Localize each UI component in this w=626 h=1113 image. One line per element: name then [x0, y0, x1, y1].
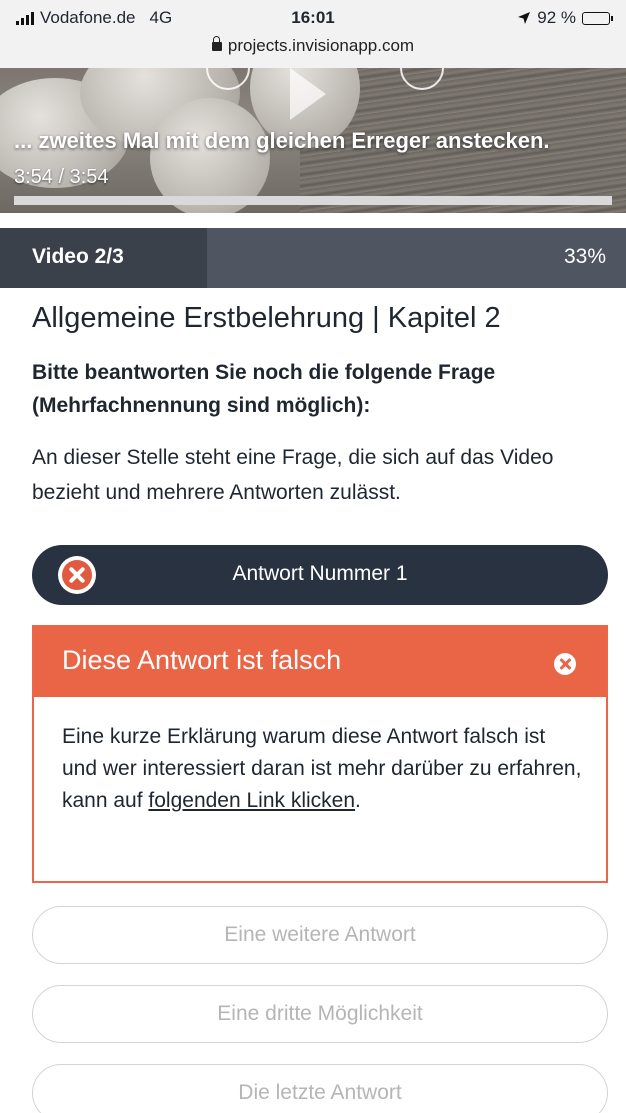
status-bar: Vodafone.de 4G 16:01 92 % projects.invis… — [0, 0, 626, 68]
answer-option[interactable]: Die letzte Antwort — [32, 1064, 608, 1113]
question-intro: Bitte beantworten Sie noch die folgende … — [32, 361, 496, 417]
video-player[interactable]: ... zweites Mal mit dem gleichen Erreger… — [0, 68, 626, 213]
feedback-box: Diese Antwort ist falsch Eine kurze Erkl… — [32, 625, 608, 883]
feedback-link[interactable]: folgenden Link klicken — [148, 789, 355, 812]
play-icon[interactable] — [290, 68, 326, 120]
video-count-label: Video 2/3 — [32, 245, 124, 268]
address-bar[interactable]: projects.invisionapp.com — [0, 36, 626, 56]
battery-info: 92 % — [517, 8, 613, 28]
answer-option[interactable]: Eine dritte Möglichkeit — [32, 985, 608, 1043]
feedback-text: Eine kurze Erklärung warum diese Antwort… — [62, 721, 582, 817]
feedback-body-end: . — [355, 789, 361, 812]
lock-icon — [211, 36, 222, 51]
battery-icon — [582, 11, 613, 25]
video-progress-bar[interactable] — [14, 196, 612, 205]
chapter-title: Allgemeine Erstbelehrung | Kapitel 2 — [32, 302, 501, 334]
selected-answer-button[interactable]: Antwort Nummer 1 — [32, 545, 608, 605]
feedback-header: Diese Antwort ist falsch — [34, 627, 606, 697]
course-progress-bar: Video 2/3 33% — [0, 228, 626, 288]
answer-option[interactable]: Eine weitere Antwort — [32, 906, 608, 964]
question-text: An dieser Stelle steht eine Frage, die s… — [32, 446, 554, 504]
spacer — [0, 213, 626, 227]
progress-percent: 33% — [563, 245, 606, 268]
answer-label: Antwort Nummer 1 — [232, 562, 408, 585]
url-text: projects.invisionapp.com — [227, 36, 415, 55]
location-arrow-icon — [518, 12, 531, 24]
close-icon[interactable] — [554, 653, 576, 675]
battery-percent: 92 % — [537, 8, 576, 27]
feedback-title: Diese Antwort ist falsch — [62, 645, 342, 675]
video-timecode: 3:54 / 3:54 — [14, 166, 109, 188]
video-subtitle: ... zweites Mal mit dem gleichen Erreger… — [14, 128, 550, 153]
